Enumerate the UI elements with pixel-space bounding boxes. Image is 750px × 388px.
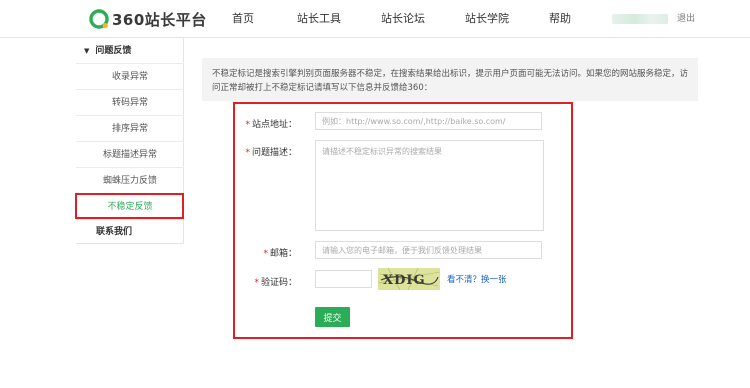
logout-link[interactable]: 退出	[677, 0, 695, 38]
triangle-down-icon: ▼	[84, 47, 90, 55]
description-textarea[interactable]	[315, 140, 544, 231]
nav-academy[interactable]: 站长学院	[465, 0, 509, 38]
nav-home[interactable]: 首页	[232, 0, 254, 38]
captcha-input[interactable]	[315, 270, 372, 288]
submit-button[interactable]: 提交	[315, 307, 350, 327]
sidebar-item-spider-pressure[interactable]: 蜘蛛压力反馈	[76, 168, 184, 194]
nav-forum[interactable]: 站长论坛	[381, 0, 425, 38]
sidebar-item-unstable-feedback[interactable]: 不稳定反馈	[76, 194, 184, 220]
site-url-label: * 站点地址：	[245, 120, 297, 130]
nav-help[interactable]: 帮助	[549, 0, 571, 38]
captcha-text: XDIG	[383, 273, 426, 288]
sidebar-item-transcode-issue[interactable]: 转码异常	[76, 90, 184, 116]
sidebar-contact-us[interactable]: 联系我们	[76, 220, 184, 244]
captcha-image[interactable]: XDIG	[378, 268, 440, 290]
captcha-refresh-link[interactable]: 看不清？换一张	[447, 273, 507, 285]
top-header: 360站长平台 首页 站长工具 站长论坛 站长学院 帮助 退出	[0, 0, 750, 38]
sidebar-section-title: 问题反馈	[95, 46, 132, 56]
sidebar-item-index-issue[interactable]: 收录异常	[76, 64, 184, 90]
logo-text: 360站长平台	[112, 10, 207, 29]
sidebar: ▼ 问题反馈 收录异常 转码异常 排序异常 标题描述异常 蜘蛛压力反馈 不稳定反馈…	[76, 38, 184, 244]
logo-icon	[89, 9, 109, 29]
nav-webmaster-tools[interactable]: 站长工具	[297, 0, 341, 38]
notice-text: 不稳定标记是搜索引擎判别页面服务器不稳定，在搜索结果给出标识，提示用户页面可能无…	[202, 58, 698, 101]
email-input[interactable]	[315, 241, 542, 259]
description-label: * 问题描述：	[245, 148, 297, 158]
sidebar-section-feedback[interactable]: ▼ 问题反馈	[76, 38, 184, 64]
sidebar-item-title-desc-issue[interactable]: 标题描述异常	[76, 142, 184, 168]
site-url-input[interactable]	[315, 112, 542, 130]
site-logo[interactable]: 360站长平台	[88, 7, 207, 31]
email-label: * 邮箱：	[263, 249, 297, 259]
captcha-label: * 验证码：	[254, 278, 297, 288]
sidebar-item-ranking-issue[interactable]: 排序异常	[76, 116, 184, 142]
username-blurred[interactable]	[612, 14, 668, 24]
